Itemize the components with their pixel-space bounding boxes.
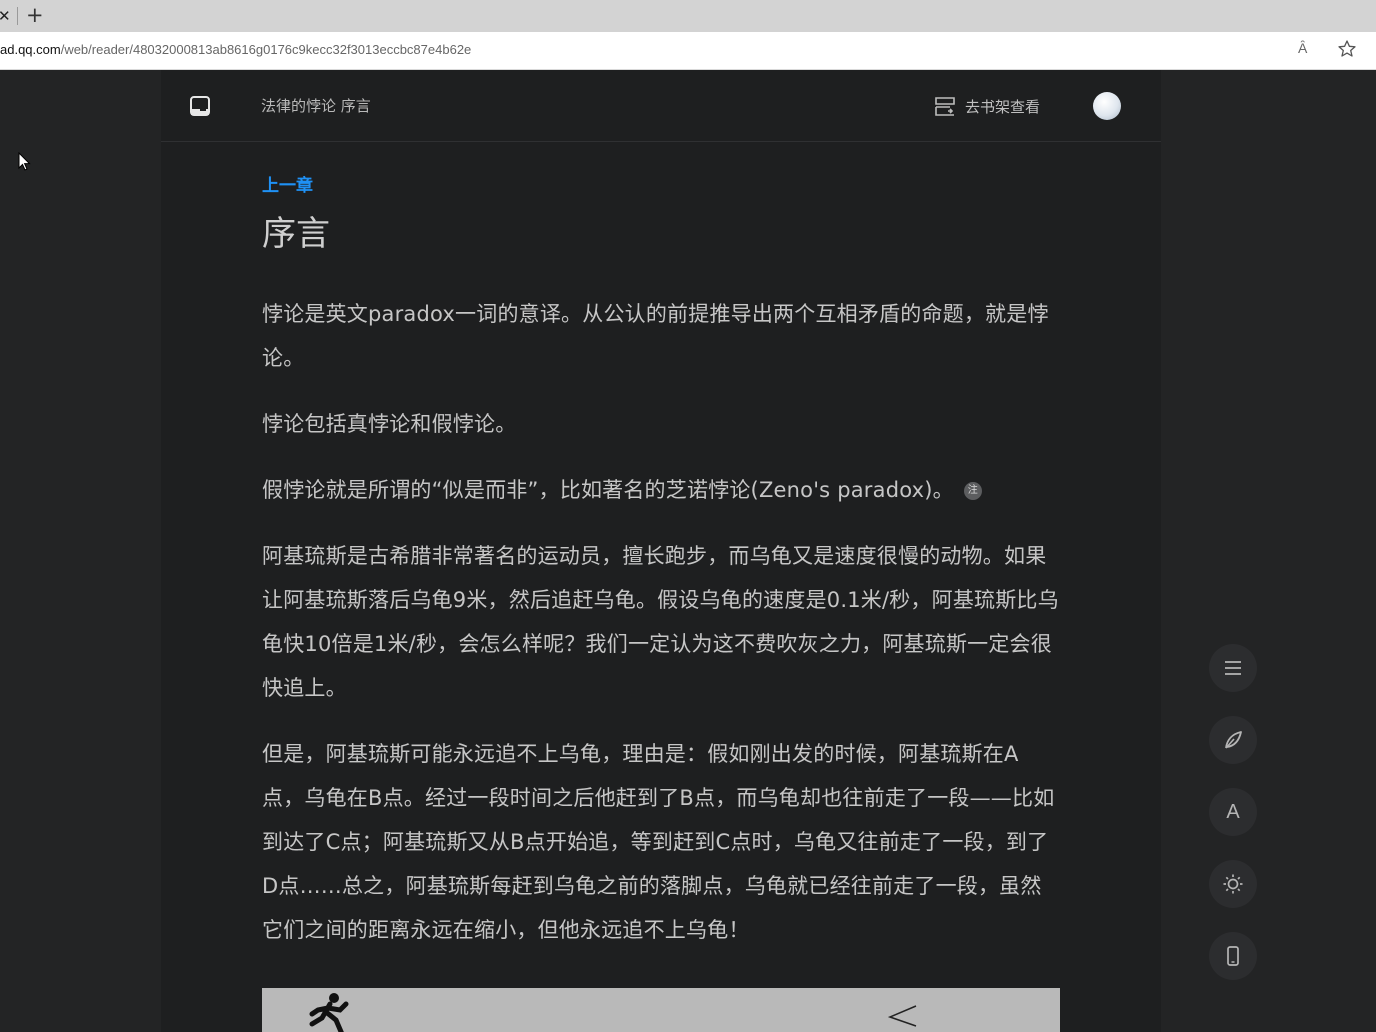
go-to-shelf-button[interactable]: 去书架查看 (933, 94, 1040, 118)
phone-icon (1227, 946, 1239, 966)
paragraph-text: 假悖论就是所谓的“似是而非”，比如著名的芝诺悖论(Zeno's paradox)… (262, 478, 954, 502)
arrow-left-icon (888, 1005, 917, 1027)
url-field[interactable]: ad.qq.com/web/reader/48032000813ab8616g0… (0, 42, 471, 57)
tab-divider (17, 7, 18, 25)
favorite-star-icon[interactable] (1337, 39, 1357, 59)
paragraph: 阿基琉斯是古希腊非常著名的运动员，擅长跑步，而乌龟又是速度很慢的动物。如果让阿基… (262, 544, 1059, 700)
phone-reading-button[interactable] (1209, 932, 1257, 980)
toc-button[interactable] (1209, 644, 1257, 692)
read-aloud-icon[interactable]: Ȃ (1298, 40, 1307, 56)
reader-panel: 法律的悖论 序言 去书架查看 上一章 序言 悖论是英文paradox一词的意译。… (161, 70, 1161, 1032)
tab-strip: ✕ + (0, 0, 1376, 32)
pen-icon (1225, 731, 1242, 749)
paragraph-with-note: 假悖论就是所谓的“似是而非”，比如著名的芝诺悖论(Zeno's paradox)… (262, 468, 1060, 512)
avatar[interactable] (1093, 92, 1121, 120)
chapter-title: 序言 (262, 214, 330, 254)
brightness-icon (1223, 874, 1243, 894)
footnote-badge[interactable]: 注 (963, 482, 982, 500)
theme-toggle-button[interactable] (1209, 860, 1257, 908)
address-bar: ad.qq.com/web/reader/48032000813ab8616g0… (0, 32, 1376, 70)
book-title: 法律的悖论 序言 (261, 97, 371, 115)
url-path: /web/reader/48032000813ab8616g0176c9kecc… (60, 42, 472, 57)
cursor-icon (18, 152, 31, 171)
font-icon: A (1226, 800, 1240, 823)
close-icon[interactable]: ✕ (0, 6, 11, 26)
new-tab-icon[interactable]: + (26, 4, 44, 26)
go-to-shelf-label: 去书架查看 (965, 97, 1041, 116)
chapter-illustration (262, 988, 1060, 1032)
font-settings-button[interactable]: A (1209, 788, 1257, 836)
chapter-content: 上一章 序言 悖论是英文paradox一词的意译。从公认的前提推导出两个互相矛盾… (262, 174, 1060, 952)
prev-chapter-link[interactable]: 上一章 (262, 174, 1060, 198)
runner-icon (309, 993, 349, 1032)
logo-icon[interactable] (190, 96, 210, 116)
menu-icon (1225, 661, 1241, 675)
notes-button[interactable] (1209, 716, 1257, 764)
bookshelf-icon (935, 97, 955, 116)
paragraph: 悖论是英文paradox一词的意译。从公认的前提推导出两个互相矛盾的命题，就是悖… (262, 302, 1049, 370)
url-host: ad.qq.com (0, 42, 61, 57)
paragraph: 但是，阿基琉斯可能永远追不上乌龟，理由是：假如刚出发的时候，阿基琉斯在A点，乌龟… (262, 742, 1055, 942)
paragraph: 悖论包括真悖论和假悖论。 (262, 412, 517, 436)
reader-topbar: 法律的悖论 序言 去书架查看 (161, 70, 1161, 142)
